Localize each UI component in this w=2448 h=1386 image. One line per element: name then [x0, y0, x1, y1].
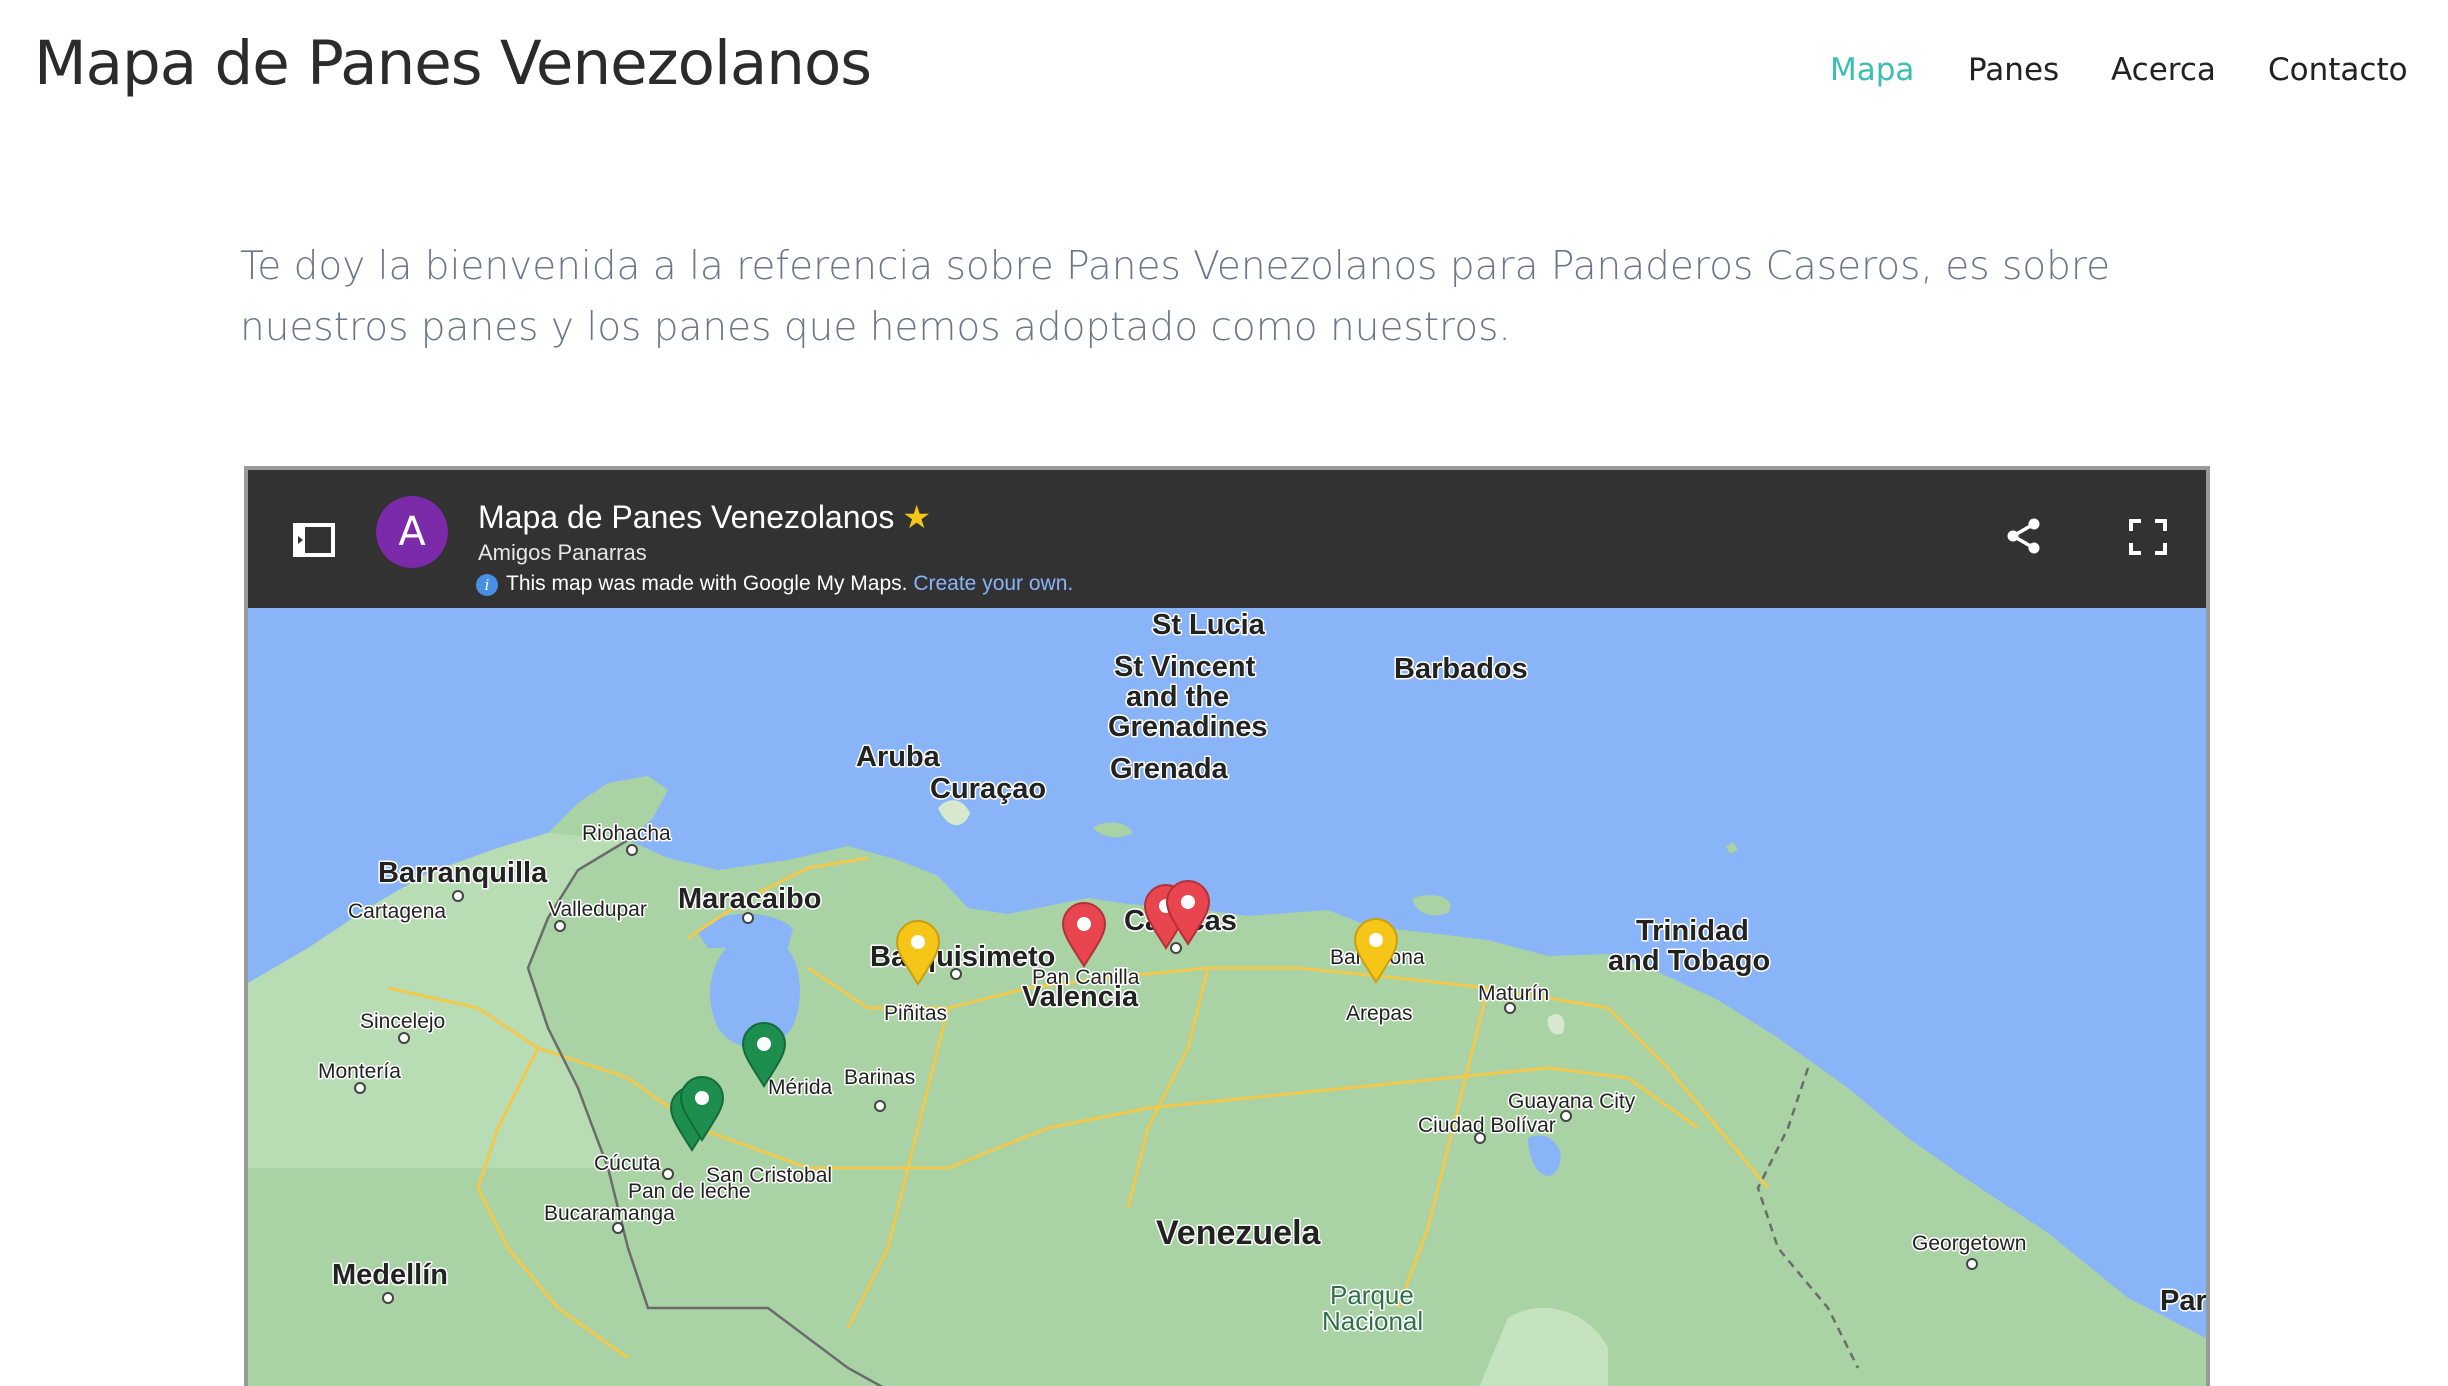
label-sincelejo: Sincelejo: [360, 1010, 445, 1033]
label-georgetown: Georgetown: [1912, 1232, 2026, 1255]
label-cucuta: Cúcuta: [594, 1152, 661, 1175]
map-title-text: Mapa de Panes Venezolanos: [478, 499, 895, 535]
label-ciudad-bolivar: Ciudad Bolívar: [1418, 1114, 1556, 1137]
map-title: Mapa de Panes Venezolanos ★: [478, 498, 931, 536]
label-cartagena: Cartagena: [348, 900, 446, 923]
site-header: Mapa de Panes Venezolanos Mapa Panes Ace…: [0, 0, 2448, 140]
label-riohacha: Riohacha: [582, 822, 671, 845]
label-pan-de-leche: Pan de leche: [628, 1180, 751, 1203]
map-info: i This map was made with Google My Maps. …: [476, 572, 1073, 596]
nav-acerca[interactable]: Acerca: [2111, 52, 2216, 88]
label-monteria: Montería: [318, 1060, 401, 1083]
label-arepas: Arepas: [1346, 1002, 1413, 1025]
label-curacao: Curaçao: [930, 773, 1046, 805]
nav-panes[interactable]: Panes: [1968, 52, 2059, 88]
label-aruba: Aruba: [856, 741, 941, 773]
label-st-vincent-2: and the: [1126, 681, 1229, 713]
map-owner: Amigos Panarras: [478, 540, 647, 565]
label-par: Par: [2160, 1285, 2206, 1317]
nav-mapa[interactable]: Mapa: [1830, 52, 1914, 88]
label-st-lucia: St Lucia: [1152, 609, 1266, 641]
map-canvas[interactable]: St Lucia St Vincent and the Grenadines B…: [248, 608, 2206, 1386]
label-barbados: Barbados: [1394, 653, 1528, 685]
label-guayana: Guayana City: [1508, 1090, 1636, 1113]
map-embed[interactable]: A Mapa de Panes Venezolanos ★ Amigos Pana…: [244, 466, 2210, 1386]
site-title[interactable]: Mapa de Panes Venezolanos: [34, 28, 872, 99]
label-parque-2: Nacional: [1322, 1306, 1423, 1336]
fullscreen-icon[interactable]: [2128, 518, 2168, 560]
label-bucaramanga: Bucaramanga: [544, 1202, 675, 1225]
intro-text: Te doy la bienvenida a la referencia sob…: [240, 244, 2111, 350]
info-text: This map was made with Google My Maps.: [506, 572, 908, 595]
label-barinas: Barinas: [844, 1066, 915, 1089]
nav-contacto[interactable]: Contacto: [2268, 52, 2408, 88]
label-grenada: Grenada: [1110, 753, 1229, 785]
label-pinitas: Piñitas: [884, 1002, 947, 1025]
sidebar-toggle-icon[interactable]: [292, 522, 336, 562]
info-icon: i: [476, 574, 498, 596]
label-barranquilla: Barranquilla: [378, 857, 548, 889]
label-merida: Mérida: [768, 1076, 833, 1099]
create-your-own-link[interactable]: Create your own.: [913, 572, 1073, 595]
label-venezuela: Venezuela: [1156, 1214, 1322, 1252]
label-maturin: Maturín: [1478, 982, 1549, 1005]
label-maracaibo: Maracaibo: [678, 883, 821, 915]
label-st-vincent-1: St Vincent: [1114, 651, 1256, 683]
label-st-vincent-3: Grenadines: [1108, 711, 1268, 743]
label-trinidad-1: Trinidad: [1636, 915, 1749, 947]
map-header-bar: A Mapa de Panes Venezolanos ★ Amigos Pana…: [248, 470, 2206, 608]
star-icon[interactable]: ★: [902, 499, 931, 535]
label-valencia: Valencia: [1022, 981, 1139, 1013]
share-icon[interactable]: [2004, 516, 2044, 560]
label-trinidad-2: and Tobago: [1608, 945, 1770, 977]
owner-avatar: A: [376, 496, 448, 568]
label-valledupar: Valledupar: [548, 898, 647, 921]
map-svg[interactable]: St Lucia St Vincent and the Grenadines B…: [248, 608, 2206, 1386]
label-medellin: Medellín: [332, 1259, 448, 1291]
